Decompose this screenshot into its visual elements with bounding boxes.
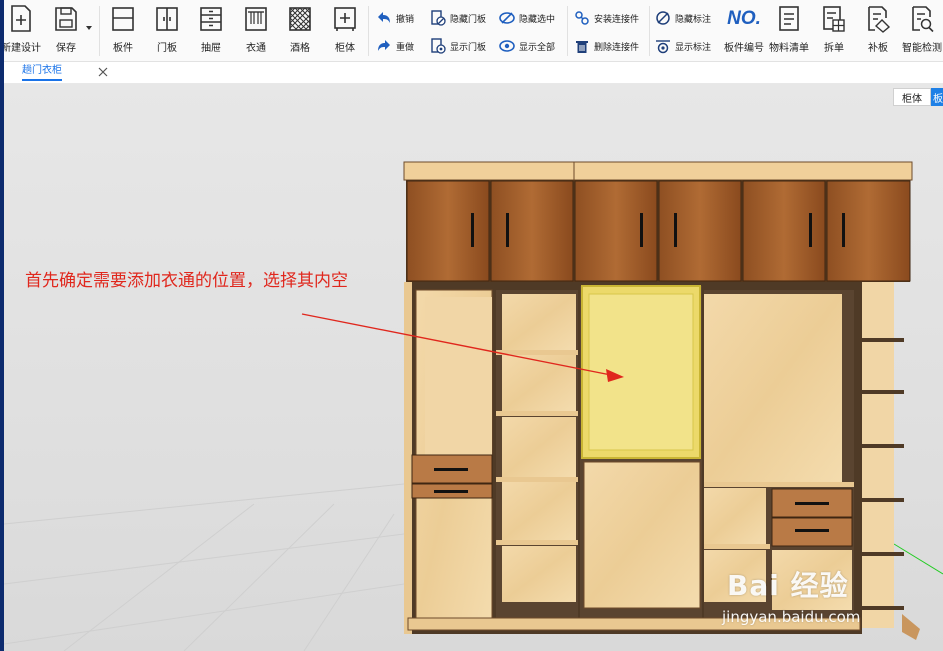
view-tab-board[interactable]: 板 bbox=[931, 88, 943, 106]
hide-selected-button[interactable]: 隐藏选中 bbox=[499, 9, 555, 27]
material-list-icon bbox=[779, 6, 799, 31]
show-door-icon bbox=[431, 38, 446, 54]
hide-eye-icon bbox=[499, 12, 515, 24]
show-door-button[interactable]: 显示门板 bbox=[430, 37, 486, 55]
install-connector-label: 安装连接件 bbox=[594, 14, 640, 25]
new-design-label: 新建设计 bbox=[1, 43, 41, 54]
trash-icon bbox=[576, 41, 588, 53]
watermark-url: jingyan.baidu.com bbox=[722, 608, 861, 626]
hide-door-button[interactable]: 隐藏门板 bbox=[430, 9, 486, 27]
main-toolbar: 新建设计 保存 板件 门板 抽屉 衣通 酒格 柜体 撤销 重做 隐藏门板 显示门… bbox=[4, 0, 943, 62]
number-badge-icon: NO. bbox=[727, 8, 761, 29]
smart-check-label: 智能检测 bbox=[902, 43, 942, 54]
save-button[interactable]: 保存 bbox=[48, 4, 84, 60]
patch-board-label: 补板 bbox=[868, 43, 888, 54]
redo-label: 重做 bbox=[396, 42, 415, 53]
axis-line bbox=[893, 543, 943, 575]
material-list-label: 物料清单 bbox=[769, 43, 809, 54]
door-button[interactable]: 门板 bbox=[149, 4, 185, 60]
show-annotation-button[interactable]: 显示标注 bbox=[655, 37, 711, 55]
toolbar-divider bbox=[567, 6, 568, 56]
board-button[interactable]: 板件 bbox=[105, 4, 141, 60]
show-all-label: 显示全部 bbox=[519, 42, 556, 53]
hide-annotation-button[interactable]: 隐藏标注 bbox=[655, 9, 711, 27]
patch-board-icon bbox=[868, 6, 891, 33]
connector-icon bbox=[575, 11, 589, 25]
hide-door-icon bbox=[431, 10, 446, 26]
floor-grid bbox=[4, 483, 405, 651]
redo-button[interactable]: 重做 bbox=[376, 37, 414, 55]
annotation-text: 首先确定需要添加衣通的位置，选择其内空 bbox=[25, 271, 348, 291]
tab-document[interactable]: 趟门衣柜 bbox=[14, 62, 114, 84]
smart-check-button[interactable]: 智能检测 bbox=[899, 4, 943, 60]
undo-label: 撤销 bbox=[396, 14, 415, 25]
app-window: 新建设计 保存 板件 门板 抽屉 衣通 酒格 柜体 撤销 重做 隐藏门板 显示门… bbox=[0, 0, 943, 651]
redo-icon bbox=[378, 40, 390, 51]
drawer-icon bbox=[200, 7, 222, 31]
hanger-label: 衣通 bbox=[246, 43, 266, 54]
undo-button[interactable]: 撤销 bbox=[376, 9, 414, 27]
hanger-button[interactable]: 衣通 bbox=[238, 4, 274, 60]
save-label: 保存 bbox=[56, 43, 76, 54]
toolbar-divider bbox=[99, 6, 100, 56]
close-icon[interactable] bbox=[97, 66, 109, 78]
save-icon bbox=[55, 7, 77, 31]
split-order-label: 拆单 bbox=[824, 43, 844, 54]
door-icon bbox=[156, 7, 178, 31]
top-doors bbox=[406, 180, 911, 282]
drawer-label: 抽屉 bbox=[201, 43, 221, 54]
watermark-logo: Bai 经验 bbox=[727, 569, 849, 602]
new-document-icon bbox=[11, 5, 31, 32]
hide-door-label: 隐藏门板 bbox=[450, 14, 487, 25]
show-annotation-icon bbox=[656, 40, 670, 54]
view-tab-group: 柜体 板 bbox=[893, 88, 943, 106]
new-design-button[interactable]: 新建设计 bbox=[1, 4, 44, 60]
hanger-rail-icon bbox=[245, 7, 267, 31]
add-cabinet-icon bbox=[334, 7, 356, 31]
split-order-icon bbox=[823, 6, 845, 32]
wine-rack-icon bbox=[289, 7, 311, 31]
undo-icon bbox=[378, 12, 390, 23]
delete-connector-button[interactable]: 删除连接件 bbox=[574, 37, 639, 55]
show-annotation-label: 显示标注 bbox=[675, 42, 712, 53]
delete-connector-label: 删除连接件 bbox=[594, 42, 640, 53]
hide-annotation-icon bbox=[656, 11, 670, 25]
toolbar-divider bbox=[649, 6, 650, 56]
board-number-label: 板件编号 bbox=[724, 43, 764, 54]
drawer-button[interactable]: 抽屉 bbox=[193, 4, 229, 60]
3d-viewport[interactable]: 柜体 板 首先确定需要添加衣通的位置，选择其内空 Bai 经验 jingyan.… bbox=[4, 84, 943, 651]
split-order-button[interactable]: 拆单 bbox=[816, 4, 852, 60]
board-label: 板件 bbox=[113, 43, 133, 54]
board-number-button[interactable]: NO. 板件编号 bbox=[723, 4, 765, 60]
toolbar-divider bbox=[368, 6, 369, 56]
document-tab-bar: 趟门衣柜 bbox=[4, 62, 943, 84]
top-cabinet bbox=[403, 161, 913, 282]
view-tab-cabinet[interactable]: 柜体 bbox=[893, 88, 931, 106]
install-connector-button[interactable]: 安装连接件 bbox=[574, 9, 639, 27]
cabinet-label: 柜体 bbox=[335, 43, 355, 54]
wine-rack-button[interactable]: 酒格 bbox=[282, 4, 318, 60]
eye-icon bbox=[499, 40, 515, 52]
show-all-button[interactable]: 显示全部 bbox=[499, 37, 555, 55]
material-list-button[interactable]: 物料清单 bbox=[768, 4, 810, 60]
board-icon bbox=[112, 7, 134, 31]
tab-document-label: 趟门衣柜 bbox=[22, 65, 62, 81]
show-door-label: 显示门板 bbox=[450, 42, 487, 53]
patch-board-button[interactable]: 补板 bbox=[860, 4, 896, 60]
chevron-down-icon[interactable] bbox=[86, 26, 92, 30]
wine-rack-label: 酒格 bbox=[290, 43, 310, 54]
cabinet-button[interactable]: 柜体 bbox=[327, 4, 363, 60]
smart-check-icon bbox=[912, 6, 934, 33]
hide-selected-label: 隐藏选中 bbox=[519, 14, 556, 25]
hide-annotation-label: 隐藏标注 bbox=[675, 14, 712, 25]
door-label: 门板 bbox=[157, 43, 177, 54]
